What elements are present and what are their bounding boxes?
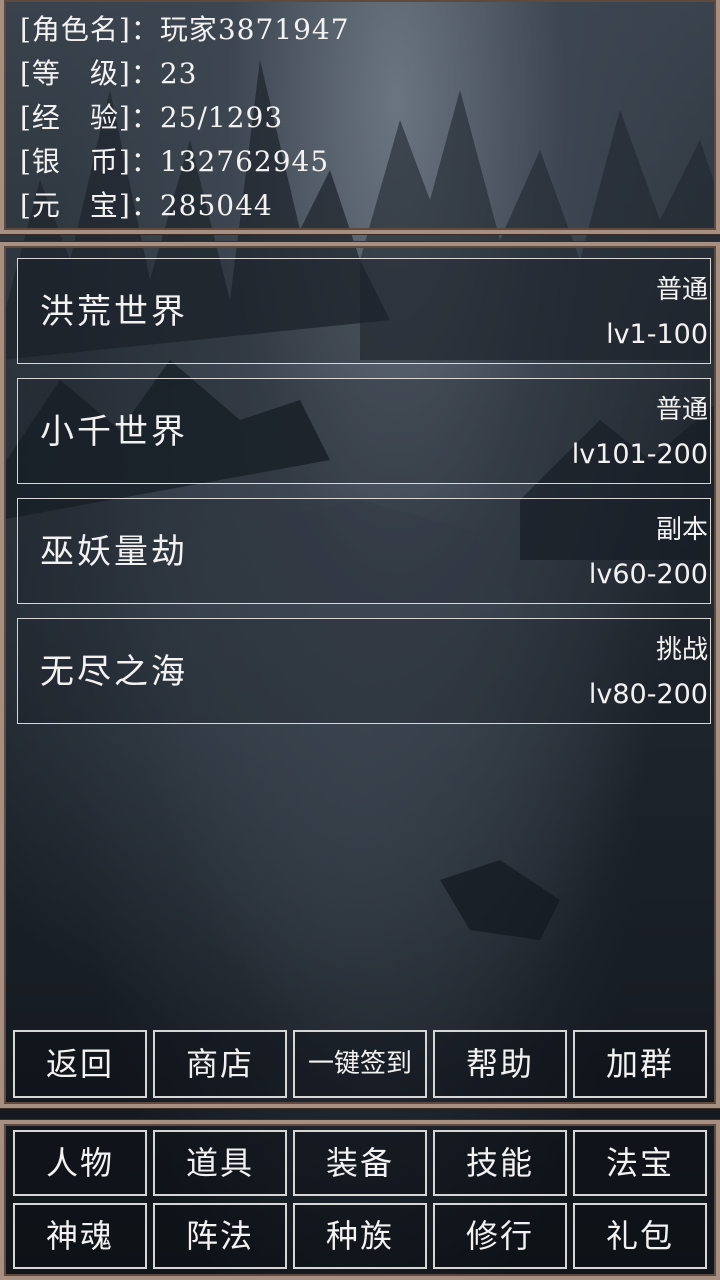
nav-race-button[interactable]: 种族 [293, 1203, 427, 1269]
stat-value: 23 [159, 57, 198, 90]
stat-label: [经 验]： [20, 101, 160, 134]
nav-treasure-button[interactable]: 法宝 [573, 1130, 707, 1196]
stat-experience: [经 验]：25/1293 [20, 96, 283, 140]
join-group-button[interactable]: 加群 [573, 1030, 707, 1098]
stat-value: 132762945 [159, 145, 330, 178]
nav-formation-button[interactable]: 阵法 [153, 1203, 287, 1269]
stat-ingot: [元 宝]：285044 [20, 184, 273, 228]
stat-character-name: [角色名]：玩家3871947 [20, 8, 350, 52]
map-type: 普通 [655, 395, 708, 425]
nav-soul-button[interactable]: 神魂 [13, 1203, 147, 1269]
map-level-range: lv1-100 [606, 319, 708, 350]
bottom-nav-panel: 人物 道具 装备 技能 法宝 神魂 阵法 种族 修行 礼包 [0, 1120, 720, 1280]
map-name: 无尽之海 [40, 652, 188, 692]
map-select-panel: 洪荒世界 普通 lv1-100 小千世界 普通 lv101-200 巫妖量劫 副… [0, 242, 720, 1108]
map-card-xiaoqian[interactable]: 小千世界 普通 lv101-200 [17, 378, 711, 484]
help-button[interactable]: 帮助 [433, 1030, 567, 1098]
map-card-honghuang[interactable]: 洪荒世界 普通 lv1-100 [17, 258, 711, 364]
nav-skills-button[interactable]: 技能 [433, 1130, 567, 1196]
stat-value: 玩家3871947 [159, 13, 350, 46]
nav-character-button[interactable]: 人物 [13, 1130, 147, 1196]
map-card-wujin[interactable]: 无尽之海 挑战 lv80-200 [17, 618, 711, 724]
stat-level: [等 级]：23 [20, 52, 198, 96]
nav-equipment-button[interactable]: 装备 [293, 1130, 427, 1196]
stat-label: [银 币]： [20, 145, 160, 178]
map-type: 挑战 [655, 635, 708, 665]
one-click-signin-button[interactable]: 一键签到 [293, 1030, 427, 1098]
map-card-wuyao[interactable]: 巫妖量劫 副本 lv60-200 [17, 498, 711, 604]
map-type: 普通 [655, 275, 708, 305]
stat-value: 285044 [159, 189, 273, 222]
nav-cultivation-button[interactable]: 修行 [433, 1203, 567, 1269]
map-level-range: lv60-200 [588, 559, 708, 590]
shop-button[interactable]: 商店 [153, 1030, 287, 1098]
stat-label: [角色名]： [20, 13, 160, 46]
stat-value: 25/1293 [159, 101, 284, 134]
map-name: 小千世界 [40, 412, 188, 452]
map-level-range: lv80-200 [588, 679, 708, 710]
stat-label: [等 级]： [20, 57, 160, 90]
map-type: 副本 [655, 515, 708, 545]
back-button[interactable]: 返回 [13, 1030, 147, 1098]
nav-gift-pack-button[interactable]: 礼包 [573, 1203, 707, 1269]
map-name: 洪荒世界 [40, 292, 188, 332]
stat-silver: [银 币]：132762945 [20, 140, 329, 184]
player-stats-panel: [角色名]：玩家3871947 [等 级]：23 [经 验]：25/1293 [… [0, 0, 720, 234]
stat-label: [元 宝]： [20, 189, 160, 222]
map-name: 巫妖量劫 [40, 532, 188, 572]
map-level-range: lv101-200 [571, 439, 708, 470]
nav-items-button[interactable]: 道具 [153, 1130, 287, 1196]
